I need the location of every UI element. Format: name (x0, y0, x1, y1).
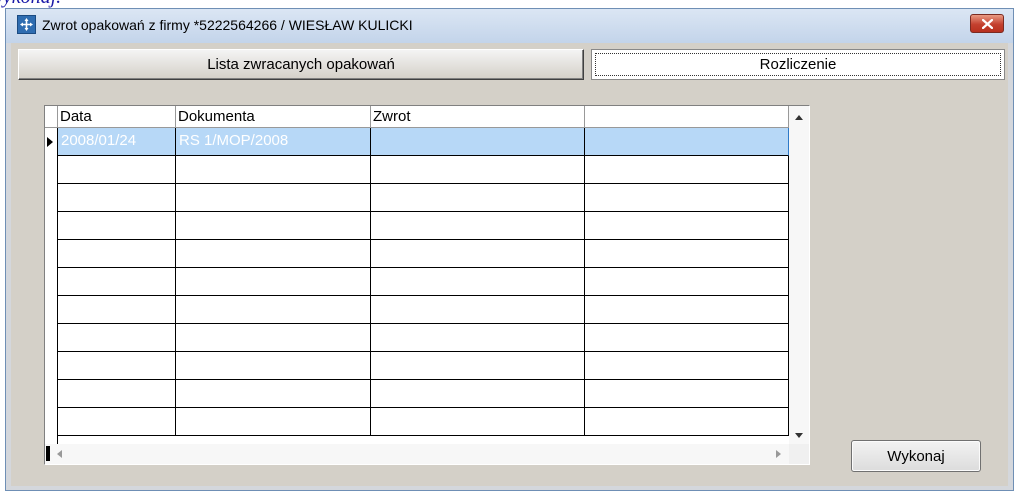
cell-extra[interactable] (585, 324, 789, 352)
cell-data[interactable]: 2008/01/24 (58, 128, 176, 156)
scroll-left-icon[interactable] (57, 450, 62, 458)
cell-extra[interactable] (585, 408, 789, 436)
app-move-icon (17, 15, 36, 34)
table-row[interactable] (45, 184, 789, 212)
cell-data[interactable] (58, 324, 176, 352)
cell-zwrot[interactable] (371, 128, 585, 156)
table-row[interactable] (45, 408, 789, 436)
cell-zwrot[interactable] (371, 184, 585, 212)
column-header-zwrot[interactable]: Zwrot (371, 106, 585, 128)
cell-data[interactable] (58, 184, 176, 212)
cell-dokumenta[interactable] (176, 184, 371, 212)
title-bar[interactable]: Zwrot opakowań z firmy *5222564266 / WIE… (6, 9, 1013, 43)
cell-dokumenta[interactable] (176, 408, 371, 436)
scrollbar-corner (789, 444, 809, 464)
vertical-scrollbar[interactable] (789, 106, 809, 445)
grid-header: Data Dokumenta Zwrot (45, 106, 789, 128)
packaging-grid[interactable]: Data Dokumenta Zwrot 2008/01/24 RS 1/MOP… (44, 105, 810, 465)
cell-zwrot[interactable] (371, 380, 585, 408)
table-row[interactable]: 2008/01/24 RS 1/MOP/2008 (45, 128, 789, 156)
table-row[interactable] (45, 380, 789, 408)
dialog-client-area: Lista zwracanych opakowań Rozliczenie Da… (11, 43, 1008, 486)
tab-lista-zwracanych-opakowan[interactable]: Lista zwracanych opakowań (18, 49, 584, 80)
cell-extra[interactable] (585, 296, 789, 324)
close-button[interactable] (970, 14, 1004, 33)
cell-extra[interactable] (585, 352, 789, 380)
cell-extra[interactable] (585, 268, 789, 296)
cell-extra[interactable] (585, 212, 789, 240)
cell-data[interactable] (58, 296, 176, 324)
cell-extra[interactable] (585, 240, 789, 268)
wykonaj-button[interactable]: Wykonaj (851, 440, 981, 472)
table-row[interactable] (45, 352, 789, 380)
cell-dokumenta[interactable] (176, 380, 371, 408)
table-row[interactable] (45, 296, 789, 324)
cell-zwrot[interactable] (371, 324, 585, 352)
cell-zwrot[interactable] (371, 408, 585, 436)
cell-data[interactable] (58, 240, 176, 268)
cell-dokumenta[interactable] (176, 240, 371, 268)
tab-label: Lista zwracanych opakowań (207, 56, 395, 73)
table-row[interactable] (45, 324, 789, 352)
cell-extra[interactable] (585, 156, 789, 184)
table-row[interactable] (45, 212, 789, 240)
column-header-empty[interactable] (585, 106, 789, 128)
table-row[interactable] (45, 240, 789, 268)
column-header-dokumenta[interactable]: Dokumenta (176, 106, 371, 128)
cell-zwrot[interactable] (371, 352, 585, 380)
cell-data[interactable] (58, 156, 176, 184)
cell-dokumenta[interactable]: RS 1/MOP/2008 (176, 128, 371, 156)
column-header-data[interactable]: Data (58, 106, 176, 128)
cell-dokumenta[interactable] (176, 156, 371, 184)
cell-extra[interactable] (585, 128, 789, 156)
cell-zwrot[interactable] (371, 296, 585, 324)
cell-extra[interactable] (585, 184, 789, 212)
window-title: Zwrot opakowań z firmy *5222564266 / WIE… (42, 17, 413, 33)
cell-zwrot[interactable] (371, 212, 585, 240)
scroll-thumb[interactable] (46, 446, 50, 461)
cell-zwrot[interactable] (371, 240, 585, 268)
cell-dokumenta[interactable] (176, 212, 371, 240)
header-indicator-cell (45, 106, 58, 128)
table-row[interactable] (45, 268, 789, 296)
dialog-window: Zwrot opakowań z firmy *5222564266 / WIE… (5, 8, 1014, 491)
tab-rozliczenie[interactable]: Rozliczenie (591, 49, 1005, 80)
scroll-down-icon[interactable] (795, 433, 803, 438)
cell-zwrot[interactable] (371, 268, 585, 296)
cell-extra[interactable] (585, 380, 789, 408)
cell-dokumenta[interactable] (176, 296, 371, 324)
cell-data[interactable] (58, 380, 176, 408)
cell-dokumenta[interactable] (176, 268, 371, 296)
cell-data[interactable] (58, 268, 176, 296)
scroll-right-icon[interactable] (776, 450, 781, 458)
cell-zwrot[interactable] (371, 156, 585, 184)
cell-data[interactable] (58, 408, 176, 436)
current-row-pointer-icon (47, 137, 53, 147)
table-row[interactable] (45, 156, 789, 184)
cell-dokumenta[interactable] (176, 324, 371, 352)
cell-data[interactable] (58, 212, 176, 240)
cell-dokumenta[interactable] (176, 352, 371, 380)
horizontal-scrollbar[interactable] (45, 444, 789, 464)
scroll-up-icon[interactable] (795, 115, 803, 120)
close-icon (982, 19, 993, 29)
cell-data[interactable] (58, 352, 176, 380)
tab-label: Rozliczenie (759, 56, 837, 73)
